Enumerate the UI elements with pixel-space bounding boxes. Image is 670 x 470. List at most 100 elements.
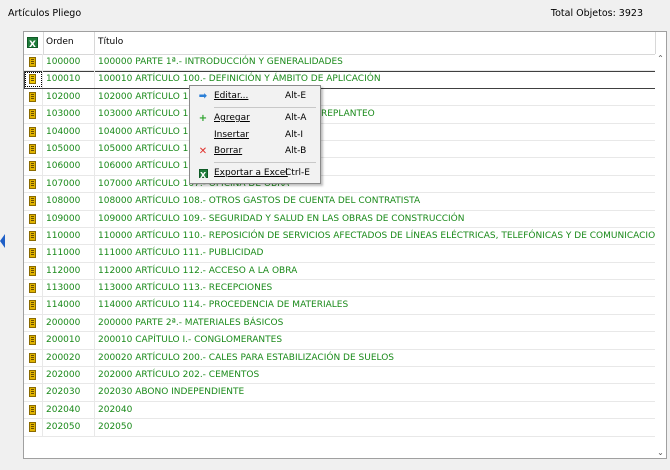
table-row[interactable]: 202040 202040 [24, 401, 656, 420]
cell-orden: 104000 [43, 123, 95, 141]
table-row[interactable]: 100000 100000 PARTE 1ª.- INTRODUCCIÓN Y G… [24, 54, 656, 72]
document-icon [24, 245, 43, 263]
document-icon [24, 332, 43, 350]
menu-separator [214, 107, 316, 108]
cell-titulo: 112000 ARTÍCULO 112.- ACCESO A LA OBRA [98, 265, 298, 276]
cell-titulo: 109000 ARTÍCULO 109.- SEGURIDAD Y SALUD … [98, 213, 465, 224]
table-row[interactable]: 114000 114000 ARTÍCULO 114.- PROCEDENCIA … [24, 297, 656, 315]
cell-orden: 100010 [43, 71, 95, 89]
document-icon [24, 158, 43, 176]
table-row[interactable]: 110000 110000 ARTÍCULO 110.- REPOSICIÓN D… [24, 227, 656, 246]
table-row[interactable]: 202050 202050 [24, 419, 656, 437]
document-icon [24, 384, 43, 402]
menu-item-shortcut: Alt-A [285, 113, 307, 123]
table-row[interactable]: 107000107000 ARTÍCULO 107.- OFICINA DE O… [24, 175, 656, 194]
document-icon [24, 297, 43, 315]
cell-titulo: 102000 ARTÍCULO 102. [98, 91, 203, 102]
cell-orden: 202050 [43, 419, 95, 437]
document-icon [24, 123, 43, 141]
cell-orden: 102000 [43, 88, 95, 106]
collapse-panel-tab[interactable] [0, 234, 5, 248]
cell-orden: 108000 [43, 193, 95, 211]
cell-titulo: 100010 ARTÍCULO 100.- DEFINICIÓN Y ÁMBIT… [98, 74, 381, 85]
cell-titulo: 200010 CAPÍTULO I.- CONGLOMERANTES [98, 335, 283, 346]
cell-orden: 111000 [43, 245, 95, 263]
cell-orden: 112000 [43, 262, 95, 280]
cell-titulo: 105000 ARTÍCULO 105. ALES DEL CONTRATIST… [98, 143, 313, 154]
cell-titulo: 110000 ARTÍCULO 110.- REPOSICIÓN DE SERV… [98, 230, 656, 241]
menu-separator [214, 162, 316, 163]
total-objects-label: Total Objetos: 3923 [550, 8, 643, 19]
document-icon [24, 262, 43, 280]
articles-grid[interactable]: Orden Título 100000100000 PARTE 1ª.- INT… [23, 31, 667, 459]
cell-titulo: 104000 ARTÍCULO 104. LAS OBRAS [98, 126, 257, 137]
cell-titulo: 107000 ARTÍCULO 107.- OFICINA DE OBRA [98, 178, 289, 189]
table-row[interactable]: 103000103000 ARTÍCULO 103. ROGRAMA DE TR… [24, 106, 656, 124]
table-row[interactable]: 108000 108000 ARTÍCULO 108.- OTROS GASTOS… [24, 193, 656, 211]
table-row[interactable]: 112000 112000 ARTÍCULO 112.- ACCESO A LA … [24, 262, 656, 281]
cell-titulo: 114000 ARTÍCULO 114.- PROCEDENCIA DE MAT… [98, 300, 349, 311]
scroll-down-icon[interactable]: ⌄ [656, 448, 665, 458]
table-row[interactable]: 202030 202030 ABONO INDEPENDIENTE [24, 384, 656, 402]
cell-orden: 113000 [43, 280, 95, 298]
document-icon [24, 88, 43, 106]
cell-titulo: 200000 PARTE 2ª.- MATERIALES BÁSICOS [98, 317, 284, 328]
document-icon [24, 227, 43, 245]
excel-icon [27, 35, 38, 55]
table-row[interactable]: 113000 113000 ARTÍCULO 113.- RECEPCIONES [24, 280, 656, 298]
cell-titulo: 111000 ARTÍCULO 111.- PUBLICIDAD [98, 248, 264, 259]
excel-icon [196, 165, 210, 184]
delete-x-icon: ✕ [198, 146, 208, 157]
table-row[interactable]: 109000 109000 ARTÍCULO 109.- SEGURIDAD Y … [24, 210, 656, 228]
cell-orden: 200000 [43, 314, 95, 332]
document-icon [24, 140, 43, 158]
column-header-titulo[interactable]: Título [95, 32, 656, 54]
table-row[interactable]: 105000105000 ARTÍCULO 105. ALES DEL CONT… [24, 140, 656, 159]
document-icon [24, 401, 43, 419]
cell-orden: 200020 [43, 349, 95, 367]
cell-titulo: 106000 ARTÍCULO 106. [98, 161, 203, 172]
document-icon [24, 314, 43, 332]
document-icon [24, 349, 43, 367]
document-icon [24, 419, 43, 437]
cell-orden: 105000 [43, 140, 95, 158]
table-row[interactable]: 102000 102000 ARTÍCULO 102. [24, 88, 656, 107]
grid-rows: 100000 100000 PARTE 1ª.- INTRODUCCIÓN Y G… [24, 54, 656, 437]
document-icon [24, 71, 43, 89]
cell-orden: 200010 [43, 332, 95, 350]
menu-item-exportar-excel[interactable]: Exportar a Excel Ctrl-E [190, 165, 320, 184]
menu-item-label: Borrar [214, 146, 243, 156]
column-header-orden[interactable]: Orden [43, 32, 95, 54]
menu-item-editar[interactable]: ➡ Editar... Alt-E [190, 88, 320, 105]
scroll-up-icon[interactable]: ⌃ [656, 54, 665, 64]
cell-orden: 109000 [43, 210, 95, 228]
document-icon [24, 367, 43, 385]
cell-orden: 114000 [43, 297, 95, 315]
cell-orden: 107000 [43, 175, 95, 193]
export-excel-header-button[interactable] [24, 32, 44, 55]
vertical-scrollbar[interactable]: ⌃ ⌄ [655, 54, 666, 458]
menu-item-insertar[interactable]: Insertar Alt-I [190, 127, 320, 144]
cell-orden: 100000 [43, 54, 95, 71]
cell-orden: 103000 [43, 106, 95, 124]
plus-icon: + [198, 113, 208, 124]
menu-item-label: Agregar [214, 113, 250, 123]
panel-title: Artículos Pliego [8, 8, 82, 19]
cell-titulo: 202050 [98, 422, 133, 433]
table-row[interactable]: 100010 100010 ARTÍCULO 100.- DEFINICIÓN Y… [24, 71, 656, 89]
table-row[interactable]: 202000 202000 ARTÍCULO 202.- CEMENTOS [24, 367, 656, 385]
cell-titulo: 202000 ARTÍCULO 202.- CEMENTOS [98, 370, 260, 381]
cell-titulo: 202030 ABONO INDEPENDIENTE [98, 387, 245, 398]
table-row[interactable]: 104000 104000 ARTÍCULO 104. LAS OBRAS [24, 123, 656, 141]
document-icon [24, 210, 43, 228]
menu-item-borrar[interactable]: ✕ Borrar Alt-B [190, 143, 320, 160]
table-row[interactable]: 200000 200000 PARTE 2ª.- MATERIALES BÁSIC… [24, 314, 656, 333]
table-row[interactable]: 111000 111000 ARTÍCULO 111.- PUBLICIDAD [24, 245, 656, 263]
menu-item-agregar[interactable]: + Agregar Alt-A [190, 110, 320, 127]
menu-item-label: Editar... [214, 91, 249, 101]
table-row[interactable]: 200010 200010 CAPÍTULO I.- CONGLOMERANTES [24, 332, 656, 350]
table-row[interactable]: 106000 106000 ARTÍCULO 106. [24, 158, 656, 176]
table-row[interactable]: 200020 200020 ARTÍCULO 200.- CALES PARA E… [24, 349, 656, 368]
cell-orden: 106000 [43, 158, 95, 176]
menu-item-shortcut: Alt-I [285, 130, 304, 140]
